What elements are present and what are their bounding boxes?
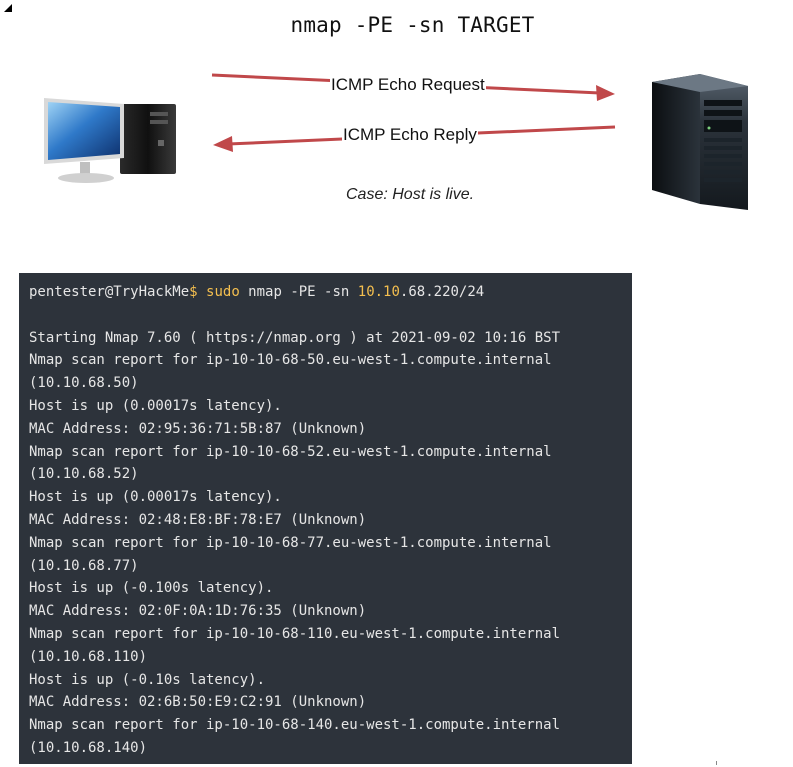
terminal-line: Host is up (0.00017s latency).	[29, 489, 282, 506]
terminal-line: MAC Address: 02:0F:0A:1D:76:35 (Unknown)	[29, 603, 367, 620]
prompt-symbol: $	[189, 284, 198, 300]
terminal-line: MAC Address: 02:6B:50:E9:C2:91 (Unknown)	[29, 694, 367, 711]
terminal-line: MAC Address: 02:48:E8:BF:78:E7 (Unknown)	[29, 511, 367, 528]
terminal-line: Starting Nmap 7.60 ( https://nmap.org ) …	[29, 329, 561, 346]
terminal-line: (10.10.68.110)	[29, 648, 148, 665]
terminal-line: Nmap scan report for ip-10-10-68-140.eu-…	[29, 717, 561, 734]
terminal-line: MAC Address: 02:95:36:71:5B:87 (Unknown)	[29, 420, 367, 437]
terminal-line: Nmap scan report for ip-10-10-68-50.eu-w…	[29, 352, 552, 369]
edge-tick-mark	[716, 761, 717, 765]
terminal-line: (10.10.68.52)	[29, 466, 139, 483]
terminal-line: Host is up (-0.10s latency).	[29, 671, 266, 688]
terminal-line: Nmap scan report for ip-10-10-68-52.eu-w…	[29, 443, 552, 460]
command-target-rest: .68.220/24	[399, 284, 485, 300]
request-label: ICMP Echo Request	[330, 75, 486, 95]
server-tower-icon	[652, 74, 748, 210]
terminal-line: Host is up (-0.100s latency).	[29, 580, 274, 597]
prompt-user-host: pentester@TryHackMe	[29, 284, 190, 300]
terminal-line: Host is up (0.00017s latency).	[29, 397, 282, 414]
case-note: Case: Host is live.	[346, 186, 475, 203]
terminal-output: pentester@TryHackMe$ sudo nmap -PE -sn 1…	[19, 273, 632, 764]
terminal-prompt-line: pentester@TryHackMe$ sudo nmap -PE -sn 1…	[29, 281, 632, 304]
terminal-line: (10.10.68.77)	[29, 557, 139, 574]
terminal-line: (10.10.68.140)	[29, 739, 148, 756]
terminal-line: Nmap scan report for ip-10-10-68-110.eu-…	[29, 625, 561, 642]
command-target-highlight: 10.10	[357, 284, 400, 300]
reply-label: ICMP Echo Reply	[342, 125, 478, 145]
command-sudo: sudo	[206, 284, 240, 300]
terminal-line: (10.10.68.50)	[29, 375, 139, 392]
command-body: nmap -PE -sn	[239, 284, 358, 300]
desktop-computer-icon	[44, 98, 176, 183]
terminal-line: Nmap scan report for ip-10-10-68-77.eu-w…	[29, 534, 552, 551]
